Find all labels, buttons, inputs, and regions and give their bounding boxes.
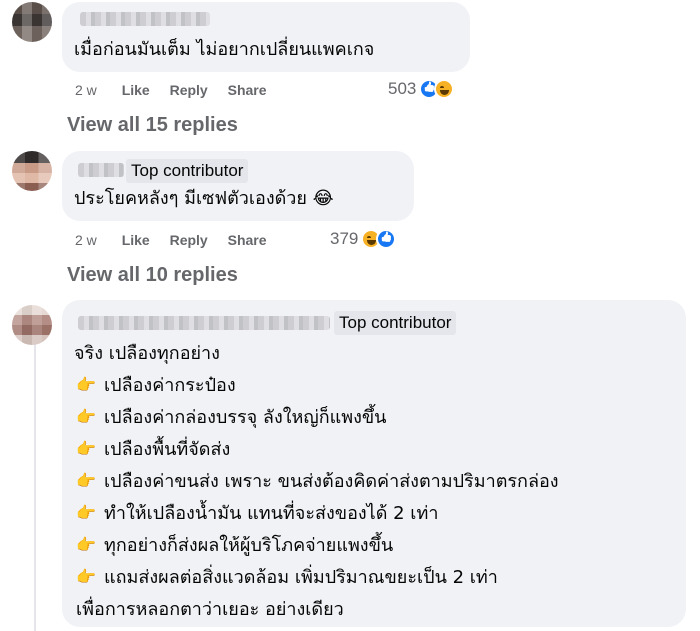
- pointing-right-icon: 👉: [76, 534, 96, 554]
- comment-bubble: Top contributor ประโยคหลังๆ มีเซฟตัวเองด…: [62, 151, 414, 221]
- pointing-right-icon: 👉: [76, 406, 96, 426]
- pointing-right-icon: 👉: [76, 502, 96, 522]
- timestamp[interactable]: 2 w: [75, 82, 97, 98]
- avatar[interactable]: [12, 2, 52, 42]
- comment-text: เมื่อก่อนมันเต็ม ไม่อยากเปลี่ยนแพคเกจ: [74, 39, 375, 60]
- like-reaction-icon: [376, 229, 397, 249]
- pointing-right-icon: 👉: [76, 374, 96, 394]
- thread-line: [34, 340, 36, 631]
- view-replies-link[interactable]: View all 15 replies: [67, 114, 238, 137]
- pointing-right-icon: 👉: [76, 470, 96, 490]
- reaction-summary[interactable]: 379: [330, 229, 397, 249]
- reply-button[interactable]: Reply: [170, 82, 208, 98]
- comment-intro: จริง เปลืองทุกอย่าง: [74, 343, 220, 364]
- list-item: 👉 เปลืองค่ากล่องบรรจุ ลังใหญ่ก็แพงขึ้น: [76, 406, 387, 428]
- author-name-blurred[interactable]: [80, 12, 210, 26]
- timestamp[interactable]: 2 w: [75, 232, 97, 248]
- list-item: 👉 เปลืองค่ากระป๋อง: [76, 374, 236, 396]
- comment-bubble: เมื่อก่อนมันเต็ม ไม่อยากเปลี่ยนแพคเกจ: [62, 2, 470, 72]
- avatar[interactable]: [12, 305, 52, 345]
- share-button[interactable]: Share: [228, 232, 267, 248]
- reaction-count: 503: [388, 79, 417, 98]
- bullet-list: 👉 เปลืองค่ากระป๋อง 👉 เปลืองค่ากล่องบรรจุ ล…: [76, 368, 559, 624]
- top-contributor-badge: Top contributor: [126, 159, 249, 183]
- comment-meta: 2 w Like Reply Share: [75, 232, 267, 248]
- list-item: 👉 เปลืองค่าขนส่ง เพราะ ขนส่งต้องคิดค่าส่ง…: [76, 470, 559, 492]
- list-item: 👉 ทุกอย่างก็ส่งผลให้ผู้บริโภคจ่ายแพงขึ้น: [76, 534, 394, 556]
- list-item: 👉 ทำให้เปลืองน้ำมัน แทนที่จะส่งของได้ 2 เ…: [76, 502, 439, 524]
- reaction-count: 379: [330, 229, 359, 248]
- view-replies-link[interactable]: View all 10 replies: [67, 264, 238, 287]
- share-button[interactable]: Share: [228, 82, 267, 98]
- pointing-right-icon: 👉: [76, 566, 96, 586]
- reaction-summary[interactable]: 503: [388, 79, 455, 99]
- list-item: 👉 แถมส่งผลต่อสิ่งแวดล้อม เพิ่มปริมาณขยะเป…: [76, 566, 498, 588]
- haha-reaction-icon: [434, 79, 455, 99]
- reply-button[interactable]: Reply: [170, 232, 208, 248]
- pointing-right-icon: 👉: [76, 438, 96, 458]
- like-button[interactable]: Like: [122, 232, 150, 248]
- author-name-blurred[interactable]: [78, 316, 330, 330]
- comment-meta: 2 w Like Reply Share: [75, 82, 267, 98]
- list-item: 👉 เปลืองพื้นที่จัดส่ง: [76, 438, 231, 460]
- comment-text: ประโยคหลังๆ มีเซฟตัวเองด้วย 😂: [74, 188, 334, 209]
- top-contributor-badge: Top contributor: [334, 311, 457, 335]
- avatar[interactable]: [12, 151, 52, 191]
- comment-closing: เพื่อการหลอกตาว่าเยอะ อย่างเดียว: [76, 598, 344, 620]
- like-button[interactable]: Like: [122, 82, 150, 98]
- author-name-blurred[interactable]: [78, 163, 124, 177]
